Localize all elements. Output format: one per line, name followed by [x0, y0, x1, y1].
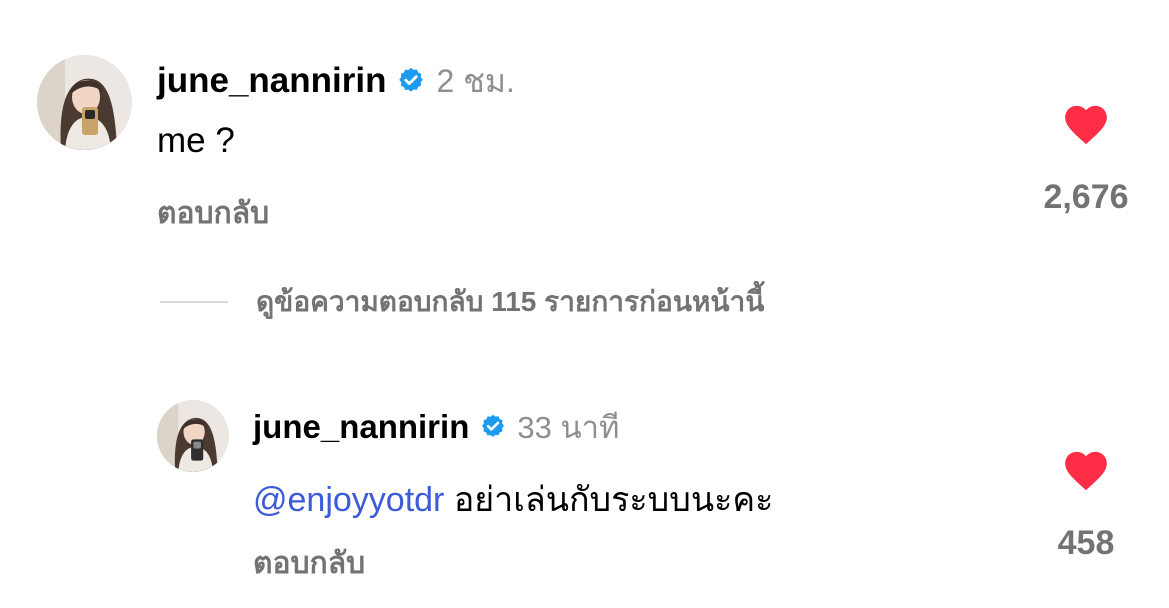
- heart-filled-icon[interactable]: [1030, 100, 1142, 146]
- view-previous-replies-button[interactable]: ดูข้อความตอบกลับ 115 รายการก่อนหน้านี้: [160, 282, 764, 322]
- view-replies-label: ดูข้อความตอบกลับ 115 รายการก่อนหน้านี้: [256, 286, 765, 317]
- avatar-photo: [157, 400, 229, 472]
- timestamp: 2 ชม.: [436, 62, 515, 99]
- mention-link[interactable]: @enjoyyotdr: [253, 481, 444, 519]
- reply-text: @enjoyyotdr อย่าเล่นกับระบบนะคะ: [253, 472, 773, 526]
- divider: [160, 301, 228, 303]
- heart-filled-icon[interactable]: [1030, 446, 1142, 492]
- reply-button[interactable]: ตอบกลับ: [157, 190, 269, 237]
- like-count: 458: [1057, 524, 1115, 562]
- like-count: 2,676: [1043, 178, 1129, 216]
- username[interactable]: june_nannirin: [157, 61, 386, 101]
- timestamp: 33 นาที: [517, 410, 620, 445]
- reply-header: june_nannirin 33 นาที: [253, 405, 620, 449]
- reply-button[interactable]: ตอบกลับ: [253, 540, 365, 587]
- like-group: 458: [1030, 446, 1142, 563]
- avatar-photo: [37, 55, 132, 150]
- comment-text: me ?: [157, 121, 235, 160]
- avatar[interactable]: [37, 55, 132, 150]
- comment-header: june_nannirin 2 ชม.: [157, 58, 515, 104]
- avatar[interactable]: [157, 400, 229, 472]
- username[interactable]: june_nannirin: [253, 408, 469, 446]
- reply-body: อย่าเล่นกับระบบนะคะ: [444, 481, 774, 519]
- like-group: 2,676: [1030, 100, 1142, 217]
- verified-badge-icon: [479, 413, 507, 441]
- verified-badge-icon: [396, 66, 426, 96]
